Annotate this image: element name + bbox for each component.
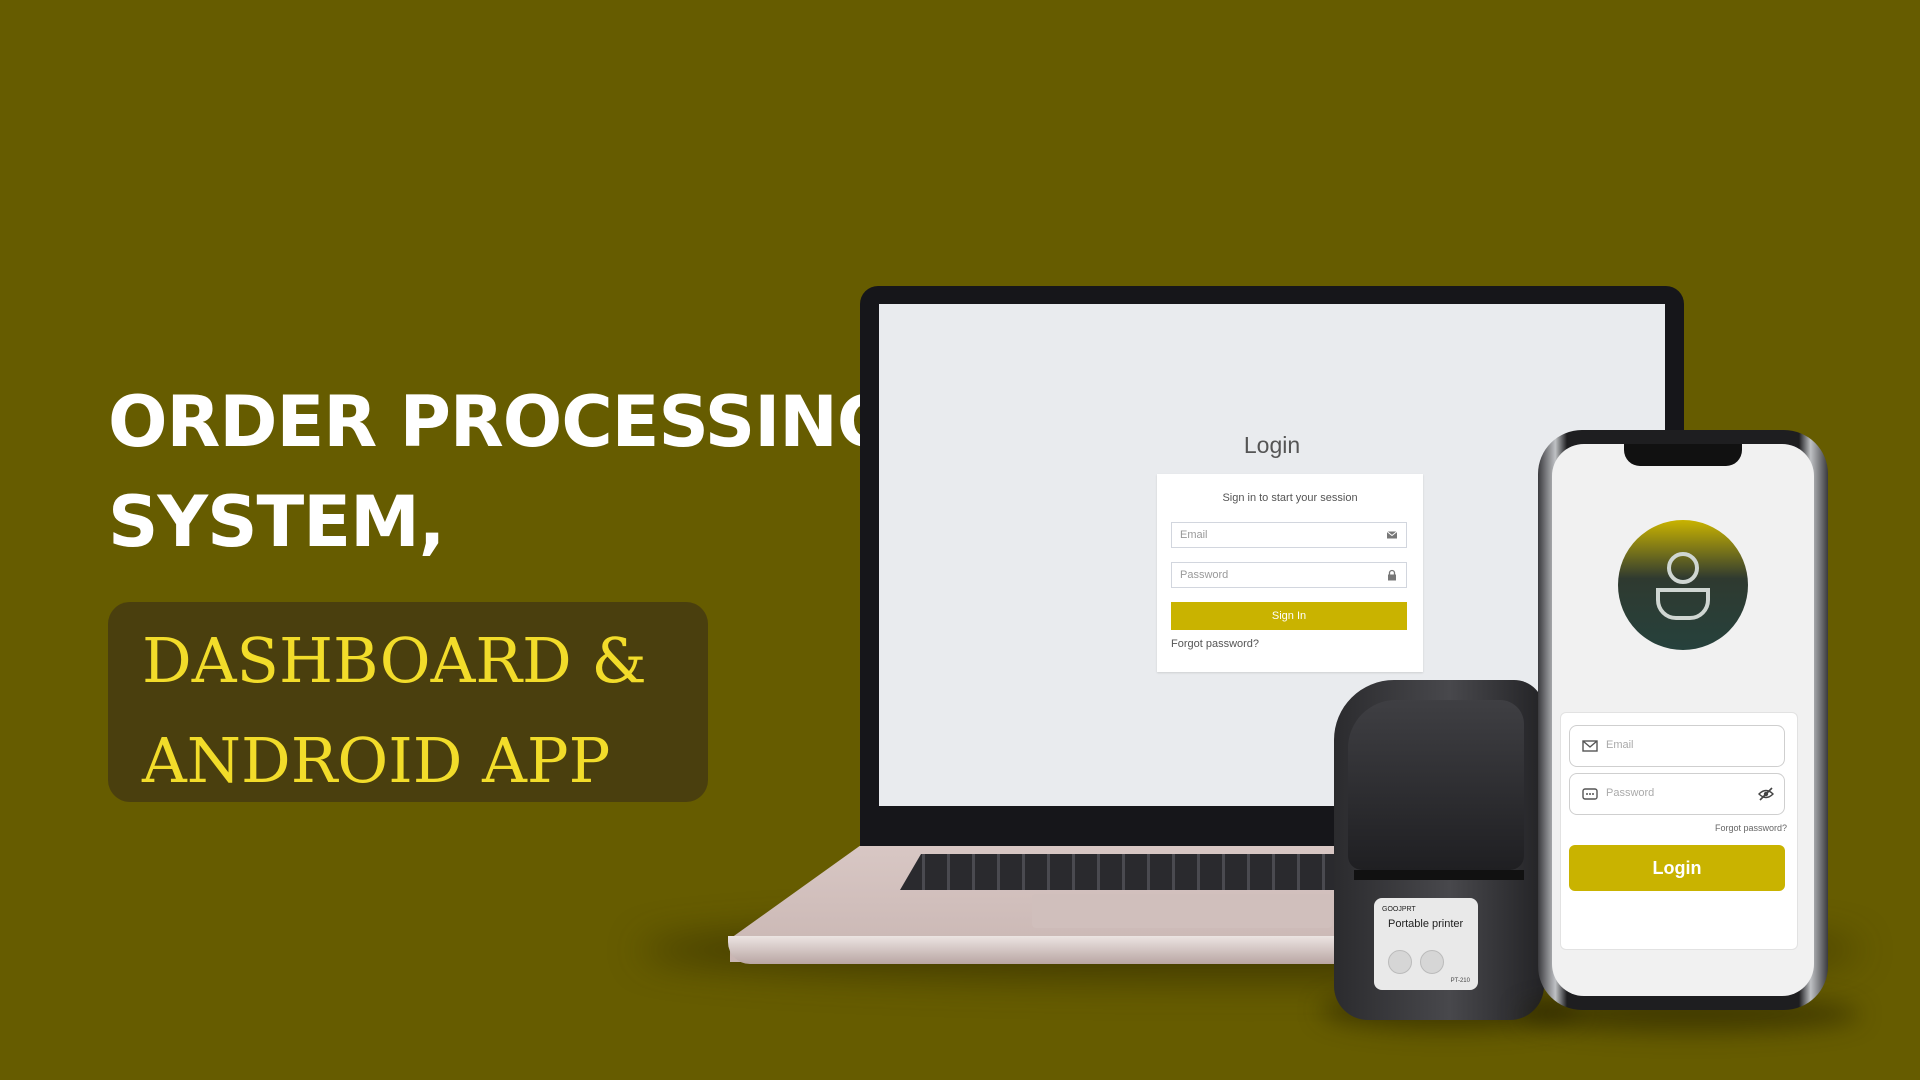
eye-off-icon[interactable] (1758, 787, 1774, 801)
portable-printer: GOOJPRT Portable printer PT-210 (1334, 680, 1544, 1020)
web-password-placeholder: Password (1180, 569, 1229, 581)
smartphone: Email Password Forgot password? Login (1538, 430, 1828, 1010)
mobile-email-input[interactable]: Email (1569, 725, 1785, 767)
user-avatar (1618, 520, 1748, 650)
envelope-icon (1582, 740, 1598, 752)
web-login-subtitle: Sign in to start your session (1222, 492, 1358, 504)
headline-line-2: SYSTEM, (108, 481, 445, 563)
envelope-icon (1386, 531, 1398, 539)
web-login-card: Sign in to start your session Email Pass… (1157, 474, 1423, 672)
printer-model: PT-210 (1450, 978, 1470, 984)
mobile-login-card: Email Password Forgot password? Login (1560, 712, 1798, 950)
printer-feed-button (1388, 950, 1412, 974)
mobile-password-input[interactable]: Password (1569, 773, 1785, 815)
phone-notch (1624, 444, 1742, 466)
web-email-placeholder: Email (1180, 529, 1208, 541)
user-icon (1656, 552, 1710, 620)
subheadline-line-2: ANDROID APP (142, 724, 611, 797)
printer-panel: GOOJPRT Portable printer PT-210 (1374, 898, 1478, 990)
printer-label: Portable printer (1388, 918, 1464, 930)
laptop-trackpad (1032, 894, 1332, 928)
web-password-input[interactable]: Password (1171, 562, 1407, 588)
mobile-email-placeholder: Email (1606, 739, 1634, 751)
keypad-icon (1582, 788, 1598, 800)
lock-icon (1388, 569, 1396, 581)
web-forgot-password-link[interactable]: Forgot password? (1171, 638, 1259, 650)
headline-line-1: ORDER PROCESSING (108, 381, 894, 463)
mobile-forgot-password-link[interactable]: Forgot password? (1715, 823, 1787, 833)
printer-lid (1348, 700, 1524, 870)
web-sign-in-button[interactable]: Sign In (1171, 602, 1407, 630)
mobile-password-placeholder: Password (1606, 787, 1655, 799)
mobile-login-button[interactable]: Login (1569, 845, 1785, 891)
subheadline-line-1: DASHBOARD & (142, 624, 647, 697)
printer-power-button (1420, 950, 1444, 974)
printer-brand: GOOJPRT (1382, 906, 1416, 913)
subheadline-box: DASHBOARD & ANDROID APP (108, 602, 708, 802)
headline: ORDER PROCESSING SYSTEM, (108, 372, 894, 572)
web-email-input[interactable]: Email (1171, 522, 1407, 548)
phone-screen: Email Password Forgot password? Login (1552, 444, 1814, 996)
printer-paper-slot (1354, 870, 1524, 880)
